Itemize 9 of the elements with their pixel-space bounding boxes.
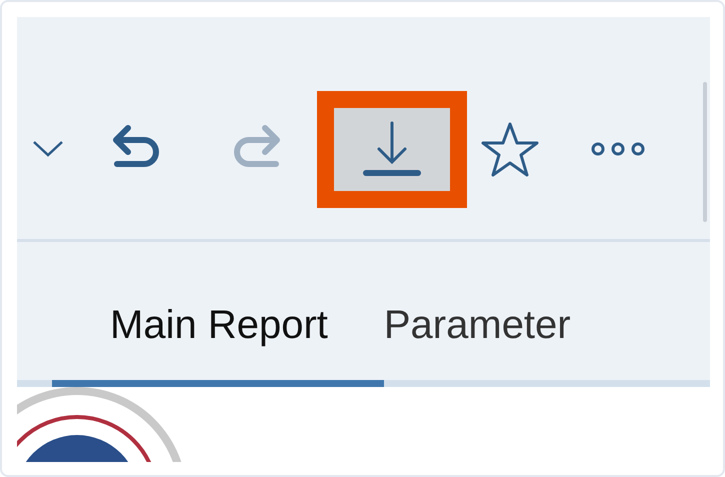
dropdown-button[interactable] — [32, 139, 64, 159]
chevron-down-icon — [32, 139, 64, 159]
tab[interactable]: Parameter — [384, 303, 571, 387]
download-button[interactable] — [317, 90, 467, 208]
more-icon — [590, 141, 646, 157]
favorite-button[interactable] — [481, 121, 539, 177]
download-icon — [362, 121, 422, 177]
star-icon — [481, 121, 539, 177]
more-button[interactable] — [590, 141, 646, 157]
